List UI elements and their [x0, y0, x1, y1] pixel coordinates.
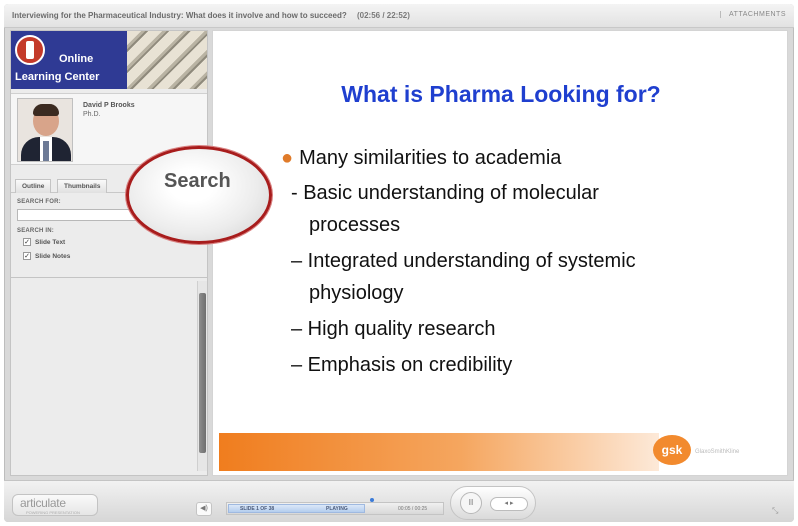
playback-status: PLAYING — [326, 506, 348, 512]
logo-badge-icon — [15, 35, 45, 65]
logo-line1: Online — [59, 53, 94, 65]
prev-next-buttons[interactable]: ◂ ▸ — [490, 497, 528, 511]
search-callout-magnifier — [126, 146, 272, 244]
slide-bullet-text: Many similarities to academia — [299, 147, 562, 169]
slide-text-checkbox[interactable]: ✓ — [23, 238, 31, 246]
slide-notes-checkbox[interactable]: ✓ — [23, 252, 31, 260]
sub-bullet-2: – Integrated understanding of systemic — [291, 250, 636, 272]
search-in-label: SEARCH IN: — [17, 228, 55, 234]
attachments-button[interactable]: ATTACHMENTS — [720, 11, 786, 18]
sub-bullet-2-cont: physiology — [309, 282, 404, 304]
sub-bullet-3: – High quality research — [291, 318, 496, 340]
sidebar: Online Learning Center David P Brooks Ph… — [10, 30, 208, 476]
presenter-title: Ph.D. — [83, 111, 101, 118]
logo-line2: Learning Center — [15, 71, 100, 83]
slide-canvas: What is Pharma Looking for? ● Many simila… — [212, 30, 788, 476]
presenter-name: David P Brooks — [83, 102, 135, 109]
slide-footer-bar — [219, 433, 659, 471]
presentation-title: Interviewing for the Pharmaceutical Indu… — [12, 11, 410, 20]
title-bar: Interviewing for the Pharmaceutical Indu… — [4, 4, 794, 28]
volume-icon[interactable]: ◀) — [196, 502, 212, 516]
slide-text-label: Slide Text — [35, 239, 66, 246]
search-callout-label: Search — [164, 170, 231, 192]
tab-outline[interactable]: Outline — [15, 179, 52, 193]
tab-thumbnails[interactable]: Thumbnails — [57, 179, 108, 193]
slide-title: What is Pharma Looking for? — [341, 81, 661, 107]
presentation-time: (02:56 / 22:52) — [356, 11, 410, 20]
brand-sub: POWERING PRESENTATION — [26, 510, 80, 515]
bullet-dot-icon: ● — [281, 147, 294, 169]
presenter-photo — [17, 98, 73, 162]
online-learning-center-logo: Online Learning Center — [11, 31, 207, 89]
slide-counter: SLIDE 1 OF 38 — [240, 506, 275, 512]
slide-notes-label: Slide Notes — [35, 253, 71, 260]
sub-bullet-4: – Emphasis on credibility — [291, 354, 513, 376]
sidebar-divider — [11, 277, 207, 278]
brand-name: articulate — [20, 496, 66, 510]
presentation-title-text: Interviewing for the Pharmaceutical Indu… — [12, 11, 347, 20]
playback-time: 00:05 / 00:25 — [398, 506, 428, 512]
sub-bullet-1: - Basic understanding of molecular — [291, 182, 599, 204]
gsk-caption: GlaxoSmithKline — [695, 449, 740, 455]
gsk-logo: gsk — [653, 435, 691, 465]
scrollbar-thumb[interactable] — [199, 293, 206, 453]
sub-bullet-1-cont: processes — [309, 214, 401, 236]
keyboard-image — [127, 31, 207, 89]
search-for-label: SEARCH FOR: — [17, 199, 61, 205]
player-controls-bar — [4, 480, 794, 522]
seek-marker-icon[interactable] — [370, 498, 374, 502]
resize-icon[interactable]: ⤡ — [772, 506, 778, 516]
slide-bullet: ● Many similarities to academia — [281, 147, 561, 170]
sidebar-scrollbar[interactable] — [197, 281, 207, 471]
pause-icon[interactable]: II — [460, 492, 482, 514]
